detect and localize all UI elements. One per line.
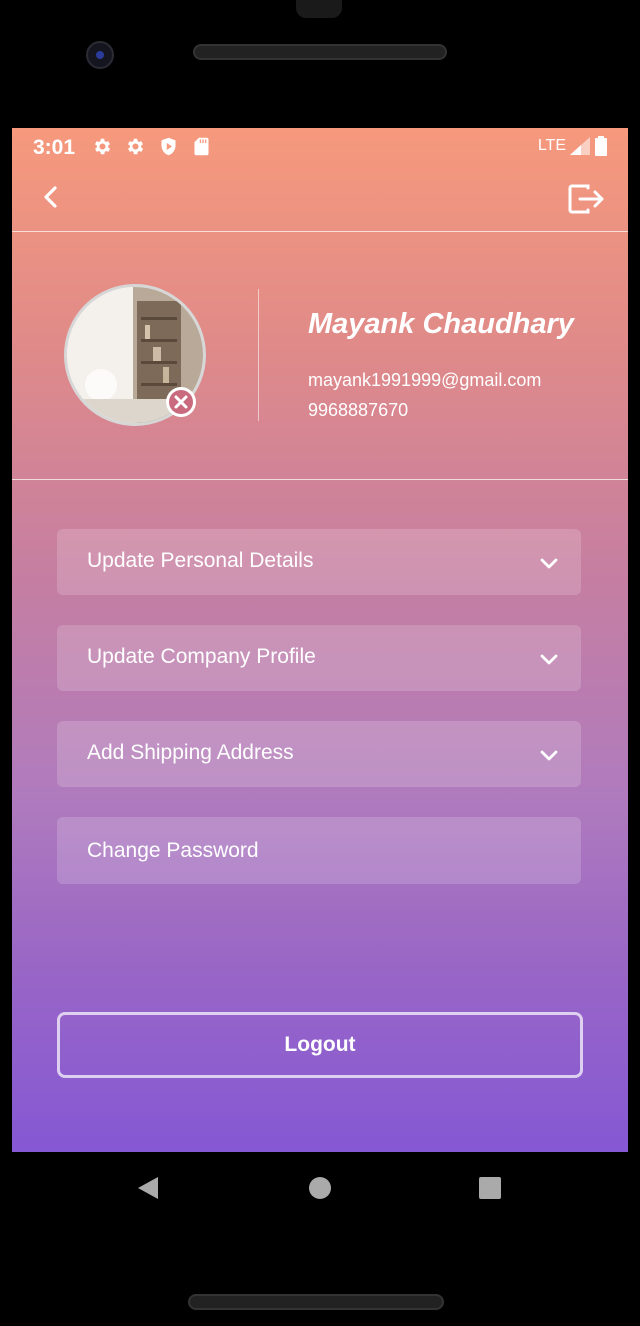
phone-device: 3:01 LTE Mayank Chaudhary mayank1991999@… [0,0,640,1326]
chevron-down-icon [540,750,558,761]
earpiece-speaker [193,44,447,60]
nav-back-button[interactable] [136,1176,160,1205]
sd-card-icon [194,137,209,156]
menu-item-update-company-profile[interactable]: Update Company Profile [57,625,581,691]
logout-icon-button[interactable] [566,182,606,216]
logout-button[interactable]: Logout [57,1012,583,1078]
triangle-back-icon [138,1177,158,1199]
chevron-left-icon [44,186,57,208]
profile-bottom-divider [12,479,628,480]
menu-item-label: Update Personal Details [87,549,314,572]
menu-item-add-shipping-address[interactable]: Add Shipping Address [57,721,581,787]
status-icons [92,136,212,157]
top-notch [296,0,342,18]
logout-icon [568,184,604,214]
menu-item-label: Add Shipping Address [87,741,294,764]
menu-item-update-personal-details[interactable]: Update Personal Details [57,529,581,595]
shield-icon [161,137,176,156]
profile-divider [258,289,259,421]
system-nav-bar [0,1152,640,1222]
remove-photo-button[interactable] [166,387,196,417]
app-bar [12,172,628,232]
battery-icon [595,136,607,156]
user-phone: 9968887670 [308,400,409,420]
square-recents-icon [479,1177,501,1199]
circle-home-icon [309,1177,331,1199]
status-right: LTE [538,136,608,156]
menu-item-label: Update Company Profile [87,645,316,668]
back-button[interactable] [36,182,66,212]
app-screen: 3:01 LTE Mayank Chaudhary mayank1991999@… [12,128,628,1152]
status-bar: 3:01 LTE [12,128,628,164]
signal-icon [570,137,590,155]
user-name: Mayank Chaudhary [308,308,574,340]
network-type: LTE [537,137,566,154]
menu-item-label: Change Password [87,839,259,862]
profile-section: Mayank Chaudhary mayank1991999@gmail.com… [12,232,628,479]
chevron-down-icon [540,558,558,569]
bottom-speaker [188,1294,444,1310]
close-icon [169,390,193,414]
user-email: mayank1991999@gmail.com [308,370,542,390]
menu-item-change-password[interactable]: Change Password [57,817,581,884]
status-time: 3:01 [33,136,76,159]
front-camera [86,41,114,69]
nav-recents-button[interactable] [478,1176,502,1205]
gear-icon [127,138,144,155]
nav-home-button[interactable] [308,1176,332,1205]
gear-icon [94,138,111,155]
chevron-down-icon [540,654,558,665]
